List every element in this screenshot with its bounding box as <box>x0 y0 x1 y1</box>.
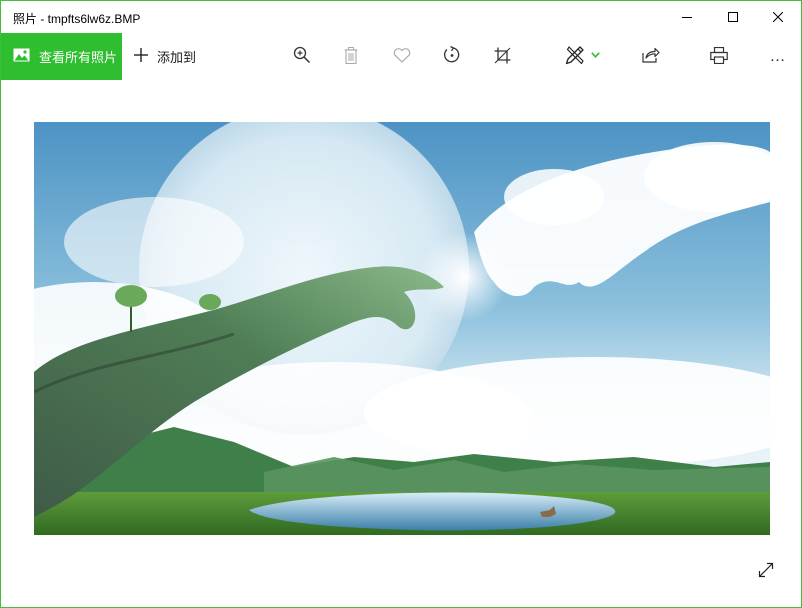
maximize-button[interactable] <box>710 1 756 33</box>
share-button[interactable] <box>634 41 668 69</box>
image-icon <box>13 48 39 65</box>
plus-icon <box>133 47 157 66</box>
favorite-icon <box>393 47 411 63</box>
more-icon: … <box>769 48 787 65</box>
rotate-icon <box>443 46 461 64</box>
rotate-button[interactable] <box>435 41 469 69</box>
favorite-button[interactable] <box>385 41 419 69</box>
window-title: 照片 - tmpfts6lw6z.BMP <box>13 12 141 26</box>
close-icon <box>773 12 783 22</box>
add-to-button[interactable]: 添加到 <box>133 33 196 80</box>
close-button[interactable] <box>755 1 801 33</box>
fullscreen-button[interactable] <box>754 560 778 584</box>
chevron-down-icon <box>590 52 600 58</box>
edit-and-create-button[interactable] <box>557 41 607 69</box>
photo-image[interactable] <box>34 122 770 535</box>
title-bar: 照片 - tmpfts6lw6z.BMP <box>1 1 801 33</box>
crop-icon <box>494 47 511 64</box>
add-to-label: 添加到 <box>157 50 197 65</box>
print-button[interactable] <box>702 41 736 69</box>
view-all-photos-button[interactable]: 查看所有照片 <box>1 33 122 80</box>
maximize-icon <box>728 12 738 22</box>
view-all-photos-label: 查看所有照片 <box>39 50 118 65</box>
fullscreen-icon <box>758 562 774 583</box>
edit-draw-icon <box>565 45 587 65</box>
minimize-button[interactable] <box>664 1 710 33</box>
print-icon <box>710 46 728 64</box>
more-options-button[interactable]: … <box>764 43 792 71</box>
zoom-in-button[interactable] <box>285 41 319 69</box>
photos-app-window: 照片 - tmpfts6lw6z.BMP 查看所有照片 添加到 … <box>0 0 802 608</box>
share-icon <box>642 47 660 63</box>
crop-button[interactable] <box>485 41 519 69</box>
zoom-in-icon <box>293 46 311 64</box>
delete-button[interactable] <box>334 41 368 69</box>
delete-icon <box>344 46 358 64</box>
minimize-icon <box>682 12 692 22</box>
toolbar: 查看所有照片 添加到 … <box>1 33 801 80</box>
